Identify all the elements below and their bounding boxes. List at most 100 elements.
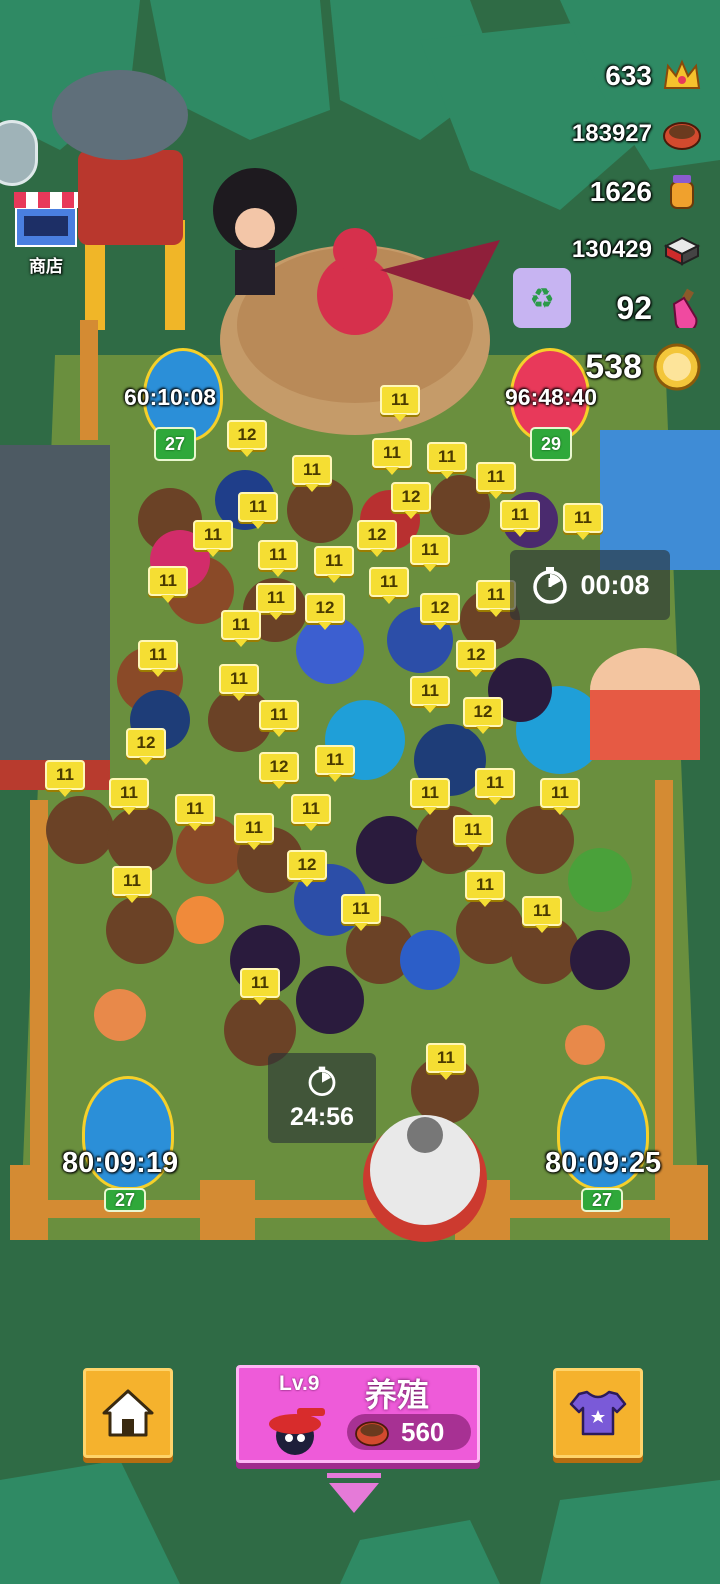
- creature-level-tag[interactable]: 11: [315, 745, 355, 775]
- creature-level-tag[interactable]: 11: [112, 866, 152, 896]
- creature-level-tag[interactable]: 11: [292, 455, 332, 485]
- creature-level-tag[interactable]: 11: [291, 794, 331, 824]
- currency-potion: 92: [616, 288, 702, 328]
- barn: [0, 445, 110, 785]
- creature-level-tag[interactable]: 11: [259, 700, 299, 730]
- breed-label: 养殖: [365, 1377, 430, 1413]
- creature-level-tag[interactable]: 11: [500, 500, 540, 530]
- shop-icon: [14, 192, 78, 247]
- breed-cost: 560: [347, 1414, 471, 1450]
- creature-level-tag[interactable]: 11: [240, 968, 280, 998]
- countdown-time: 00:08: [580, 569, 650, 600]
- creature-level-tag[interactable]: 11: [426, 1043, 466, 1073]
- creature-level-tag[interactable]: 11: [193, 520, 233, 550]
- egg-timer: 60:10:08: [124, 384, 217, 410]
- home-icon: [102, 1389, 154, 1437]
- potion-count: 92: [616, 289, 652, 326]
- crown-icon: [662, 56, 702, 96]
- jar-icon: [662, 172, 702, 212]
- egg-timer: 96:48:40: [505, 384, 598, 410]
- chat-bubble-button[interactable]: [0, 120, 38, 186]
- creature-level-tag[interactable]: 11: [476, 462, 516, 492]
- creature-level-tag[interactable]: 12: [259, 752, 299, 782]
- currency-food: 183927: [572, 114, 702, 154]
- currency-jar: 1626: [590, 172, 702, 212]
- stopwatch-icon: [533, 567, 568, 604]
- creature-level-tag[interactable]: 12: [357, 520, 397, 550]
- creature-level-tag[interactable]: 11: [341, 894, 381, 924]
- cake: [590, 648, 700, 760]
- creature-level-tag[interactable]: 11: [465, 870, 505, 900]
- creature-level-tag[interactable]: 11: [410, 535, 450, 565]
- creature-level-tag[interactable]: 11: [219, 664, 259, 694]
- chat-icon: [7, 143, 25, 153]
- ingot-icon: [662, 230, 702, 270]
- egg-timer: 80:09:25: [545, 1147, 662, 1179]
- egg-level-badge: 27: [581, 1188, 623, 1212]
- breed-level: Lv.9: [279, 1372, 320, 1395]
- creature-level-tag[interactable]: 11: [175, 794, 215, 824]
- countdown-time: 24:56: [290, 1102, 354, 1131]
- creature-level-tag[interactable]: 11: [45, 760, 85, 790]
- creature-level-tag[interactable]: 11: [380, 385, 420, 415]
- stopwatch-icon: [308, 1066, 336, 1096]
- creature-level-tag[interactable]: 11: [475, 768, 515, 798]
- creature-level-tag[interactable]: 11: [314, 546, 354, 576]
- gold-count: 538: [585, 347, 642, 386]
- creature-level-tag[interactable]: 11: [369, 567, 409, 597]
- home-button[interactable]: [83, 1368, 173, 1458]
- currency-gold: 538: [585, 342, 702, 392]
- shirt-icon: [569, 1390, 627, 1436]
- jar-count: 1626: [589, 176, 652, 207]
- creature-level-tag[interactable]: 12: [305, 593, 345, 623]
- recycle-bin: ♻: [513, 268, 571, 328]
- egg-level-badge: 29: [530, 427, 572, 461]
- creature-level-tag[interactable]: 11: [410, 778, 450, 808]
- creature-level-tag[interactable]: 11: [427, 442, 467, 472]
- breed-button[interactable]: Lv.9 养殖 560: [236, 1365, 480, 1463]
- potion-icon: [662, 288, 702, 328]
- egg-timer: 80:09:19: [62, 1147, 179, 1179]
- crown-count: 633: [605, 60, 652, 91]
- creature-level-tag[interactable]: 12: [287, 850, 327, 880]
- creature-level-tag[interactable]: 11: [109, 778, 149, 808]
- creature-level-tag[interactable]: 11: [258, 540, 298, 570]
- creature-level-tag[interactable]: 11: [453, 815, 493, 845]
- food-bowl-icon: [662, 114, 702, 154]
- creature-level-tag[interactable]: 11: [221, 610, 261, 640]
- creature-avatar-icon: [269, 1408, 325, 1455]
- egg-level-badge: 27: [154, 427, 196, 461]
- creature-level-tag[interactable]: 12: [126, 728, 166, 758]
- creature-level-tag[interactable]: 12: [391, 482, 431, 512]
- creature-level-tag[interactable]: 11: [256, 583, 296, 613]
- countdown-timer: 00:08: [510, 550, 670, 620]
- currency-ingot: 130429: [572, 230, 702, 270]
- creature-level-tag[interactable]: 12: [463, 697, 503, 727]
- egg-level-badge: 27: [104, 1188, 146, 1212]
- creature-level-tag[interactable]: 12: [456, 640, 496, 670]
- creature-level-tag[interactable]: 11: [148, 566, 188, 596]
- creature-level-tag[interactable]: 12: [227, 420, 267, 450]
- creature-level-tag[interactable]: 12: [420, 593, 460, 623]
- blue-crate: [600, 430, 720, 570]
- ingot-count: 130429: [571, 236, 652, 263]
- collapse-arrow-icon[interactable]: [327, 1473, 381, 1515]
- creature-level-tag[interactable]: 11: [540, 778, 580, 808]
- food-bowl-icon: [355, 1421, 389, 1447]
- creature-level-tag[interactable]: 11: [372, 438, 412, 468]
- svg-text:♻: ♻: [529, 282, 554, 315]
- breed-cost-value: 560: [401, 1416, 445, 1447]
- creature-level-tag[interactable]: 11: [238, 492, 278, 522]
- creature-level-tag[interactable]: 11: [138, 640, 178, 670]
- gold-coin-icon: [652, 342, 702, 392]
- creature-level-tag[interactable]: 11: [522, 896, 562, 926]
- food-count: 183927: [571, 120, 652, 147]
- creature-level-tag[interactable]: 11: [234, 813, 274, 843]
- shop-button[interactable]: 商店: [10, 188, 82, 278]
- creature-level-tag[interactable]: 11: [410, 676, 450, 706]
- currency-crown: 633: [605, 56, 702, 96]
- creature-level-tag[interactable]: 11: [563, 503, 603, 533]
- outfit-button[interactable]: [553, 1368, 643, 1458]
- shop-label: 商店: [29, 257, 63, 276]
- countdown-timer: 24:56: [268, 1053, 376, 1143]
